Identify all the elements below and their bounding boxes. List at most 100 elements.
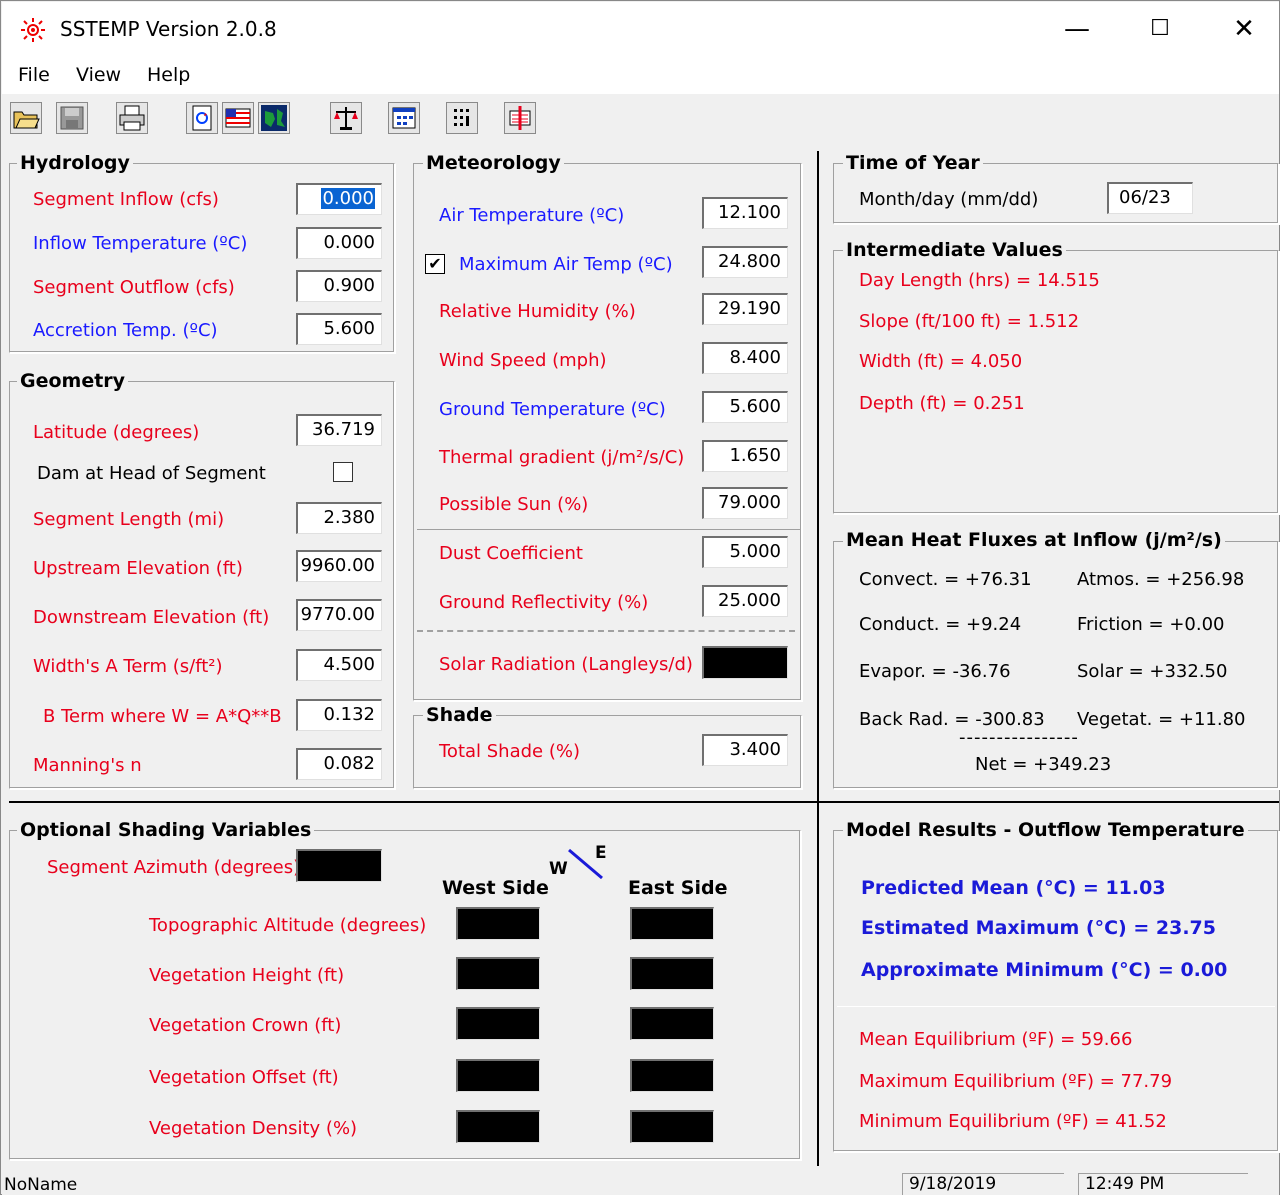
air-temperature-field[interactable]: 12.100 bbox=[702, 197, 788, 229]
veg-crown-west-field[interactable] bbox=[456, 1007, 540, 1040]
width-a-term-field[interactable]: 4.500 bbox=[296, 649, 382, 681]
dam-checkbox[interactable] bbox=[333, 462, 353, 482]
convect-value: Convect. = +76.31 bbox=[859, 569, 1032, 590]
veg-height-east-field[interactable] bbox=[630, 957, 714, 990]
atmos-value: Atmos. = +256.98 bbox=[1077, 569, 1245, 590]
veg-offset-east-field[interactable] bbox=[630, 1059, 714, 1092]
latitude-field[interactable]: 36.719 bbox=[296, 414, 382, 446]
status-time: 12:49 PM bbox=[1078, 1173, 1248, 1195]
dust-coefficient-field[interactable]: 5.000 bbox=[702, 536, 788, 568]
east-side-header: East Side bbox=[628, 877, 728, 899]
status-date: 9/18/2019 bbox=[902, 1173, 1064, 1195]
max-air-temp-field[interactable]: 24.800 bbox=[702, 246, 788, 278]
open-folder-icon[interactable] bbox=[10, 102, 42, 134]
grid-dots-icon[interactable] bbox=[446, 102, 478, 134]
conduct-value: Conduct. = +9.24 bbox=[859, 614, 1022, 635]
possible-sun-field[interactable]: 79.000 bbox=[702, 487, 788, 519]
max-air-temp-checkbox[interactable]: ✔ bbox=[425, 254, 445, 274]
estimated-maximum-value: Estimated Maximum (°C) = 23.75 bbox=[861, 917, 1216, 939]
downstream-elevation-field[interactable]: 9770.00 bbox=[296, 599, 382, 631]
hydrology-title: Hydrology bbox=[17, 152, 133, 174]
veg-density-west-field[interactable] bbox=[456, 1110, 540, 1143]
slope-value: Slope (ft/100 ft) = 1.512 bbox=[859, 311, 1080, 332]
minimize-button[interactable]: — bbox=[1047, 2, 1107, 56]
latitude-label: Latitude (degrees) bbox=[33, 422, 200, 443]
west-side-header: West Side bbox=[442, 877, 549, 899]
shading-title: Optional Shading Variables bbox=[17, 819, 315, 841]
upstream-elevation-field[interactable]: 9960.00 bbox=[296, 550, 382, 582]
segment-azimuth-field[interactable] bbox=[296, 849, 382, 882]
mean-equilibrium-value: Mean Equilibrium (ºF) = 59.66 bbox=[859, 1029, 1133, 1050]
max-air-temp-label: Maximum Air Temp (ºC) bbox=[459, 254, 673, 275]
close-button[interactable]: ✕ bbox=[1214, 2, 1274, 56]
possible-sun-label: Possible Sun (%) bbox=[439, 494, 589, 515]
veg-crown-east-field[interactable] bbox=[630, 1007, 714, 1040]
refresh-page-icon[interactable] bbox=[186, 102, 218, 134]
veg-height-west-field[interactable] bbox=[456, 957, 540, 990]
evapor-value: Evapor. = -36.76 bbox=[859, 661, 1011, 682]
calculator-window-icon[interactable] bbox=[388, 102, 420, 134]
shade-title: Shade bbox=[423, 704, 496, 726]
heat-fluxes-title: Mean Heat Fluxes at Inflow (j/m²/s) bbox=[843, 529, 1225, 551]
ground-reflectivity-field[interactable]: 25.000 bbox=[702, 585, 788, 617]
thermal-gradient-label: Thermal gradient (j/m²/s/C) bbox=[439, 447, 685, 468]
vegetation-crown-label: Vegetation Crown (ft) bbox=[149, 1015, 342, 1036]
west-marker: W bbox=[549, 859, 568, 879]
dam-label: Dam at Head of Segment bbox=[37, 463, 266, 484]
width-value: Width (ft) = 4.050 bbox=[859, 351, 1023, 372]
minimum-equilibrium-value: Minimum Equilibrium (ºF) = 41.52 bbox=[859, 1111, 1167, 1132]
width-a-term-label: Width's A Term (s/ft²) bbox=[33, 656, 223, 677]
menu-file[interactable]: File bbox=[18, 64, 50, 86]
topo-west-field[interactable] bbox=[456, 907, 540, 940]
segment-inflow-field[interactable]: 0.000 bbox=[296, 183, 382, 215]
solar-radiation-label: Solar Radiation (Langleys/d) bbox=[439, 654, 693, 675]
wind-speed-field[interactable]: 8.400 bbox=[702, 342, 788, 374]
status-filename: NoName bbox=[4, 1175, 78, 1195]
mannings-n-field[interactable]: 0.082 bbox=[296, 748, 382, 780]
menu-view[interactable]: View bbox=[76, 64, 121, 86]
segment-length-label: Segment Length (mi) bbox=[33, 509, 225, 530]
upstream-elevation-label: Upstream Elevation (ft) bbox=[33, 558, 243, 579]
globe-icon[interactable] bbox=[258, 102, 290, 134]
maximum-equilibrium-value: Maximum Equilibrium (ºF) = 77.79 bbox=[859, 1071, 1173, 1092]
meteorology-group bbox=[413, 163, 802, 701]
veg-density-east-field[interactable] bbox=[630, 1110, 714, 1143]
vegetation-offset-label: Vegetation Offset (ft) bbox=[149, 1067, 339, 1088]
b-term-field[interactable]: 0.132 bbox=[296, 699, 382, 731]
menu-help[interactable]: Help bbox=[147, 64, 190, 86]
horizontal-divider bbox=[9, 801, 1279, 803]
relative-humidity-field[interactable]: 29.190 bbox=[702, 293, 788, 325]
save-disk-icon[interactable] bbox=[56, 102, 88, 134]
us-flag-icon[interactable] bbox=[222, 102, 254, 134]
solar-radiation-field[interactable] bbox=[702, 646, 788, 679]
intermediate-values-title: Intermediate Values bbox=[843, 239, 1066, 261]
total-shade-field[interactable]: 3.400 bbox=[702, 734, 788, 766]
topo-east-field[interactable] bbox=[630, 907, 714, 940]
printer-icon[interactable] bbox=[116, 102, 148, 134]
ground-temperature-label: Ground Temperature (ºC) bbox=[439, 399, 666, 420]
balance-scale-icon[interactable] bbox=[330, 102, 362, 134]
net-value: Net = +349.23 bbox=[975, 754, 1112, 775]
accretion-temp-field[interactable]: 5.600 bbox=[296, 313, 382, 345]
menu-bar: File View Help bbox=[2, 56, 1279, 94]
azimuth-arrow-icon bbox=[568, 848, 603, 880]
inflow-temperature-field[interactable]: 0.000 bbox=[296, 227, 382, 259]
segment-azimuth-label: Segment Azimuth (degrees) bbox=[47, 857, 301, 878]
dashed-divider bbox=[417, 630, 795, 632]
veg-offset-west-field[interactable] bbox=[456, 1059, 540, 1092]
dust-coefficient-label: Dust Coefficient bbox=[439, 543, 583, 564]
thermometer-chart-icon[interactable] bbox=[504, 102, 536, 134]
time-of-year-title: Time of Year bbox=[843, 152, 983, 174]
thermal-gradient-field[interactable]: 1.650 bbox=[702, 440, 788, 472]
approximate-minimum-value: Approximate Minimum (°C) = 0.00 bbox=[861, 959, 1228, 981]
window-title: SSTEMP Version 2.0.8 bbox=[60, 17, 277, 41]
segment-length-field[interactable]: 2.380 bbox=[296, 502, 382, 534]
friction-value: Friction = +0.00 bbox=[1077, 614, 1225, 635]
wind-speed-label: Wind Speed (mph) bbox=[439, 350, 607, 371]
toolbar bbox=[2, 94, 1279, 144]
geometry-title: Geometry bbox=[17, 370, 129, 392]
maximize-button[interactable]: ☐ bbox=[1130, 2, 1190, 56]
segment-outflow-field[interactable]: 0.900 bbox=[296, 270, 382, 302]
ground-temperature-field[interactable]: 5.600 bbox=[702, 391, 788, 423]
month-day-field[interactable]: 06/23 bbox=[1107, 182, 1193, 214]
